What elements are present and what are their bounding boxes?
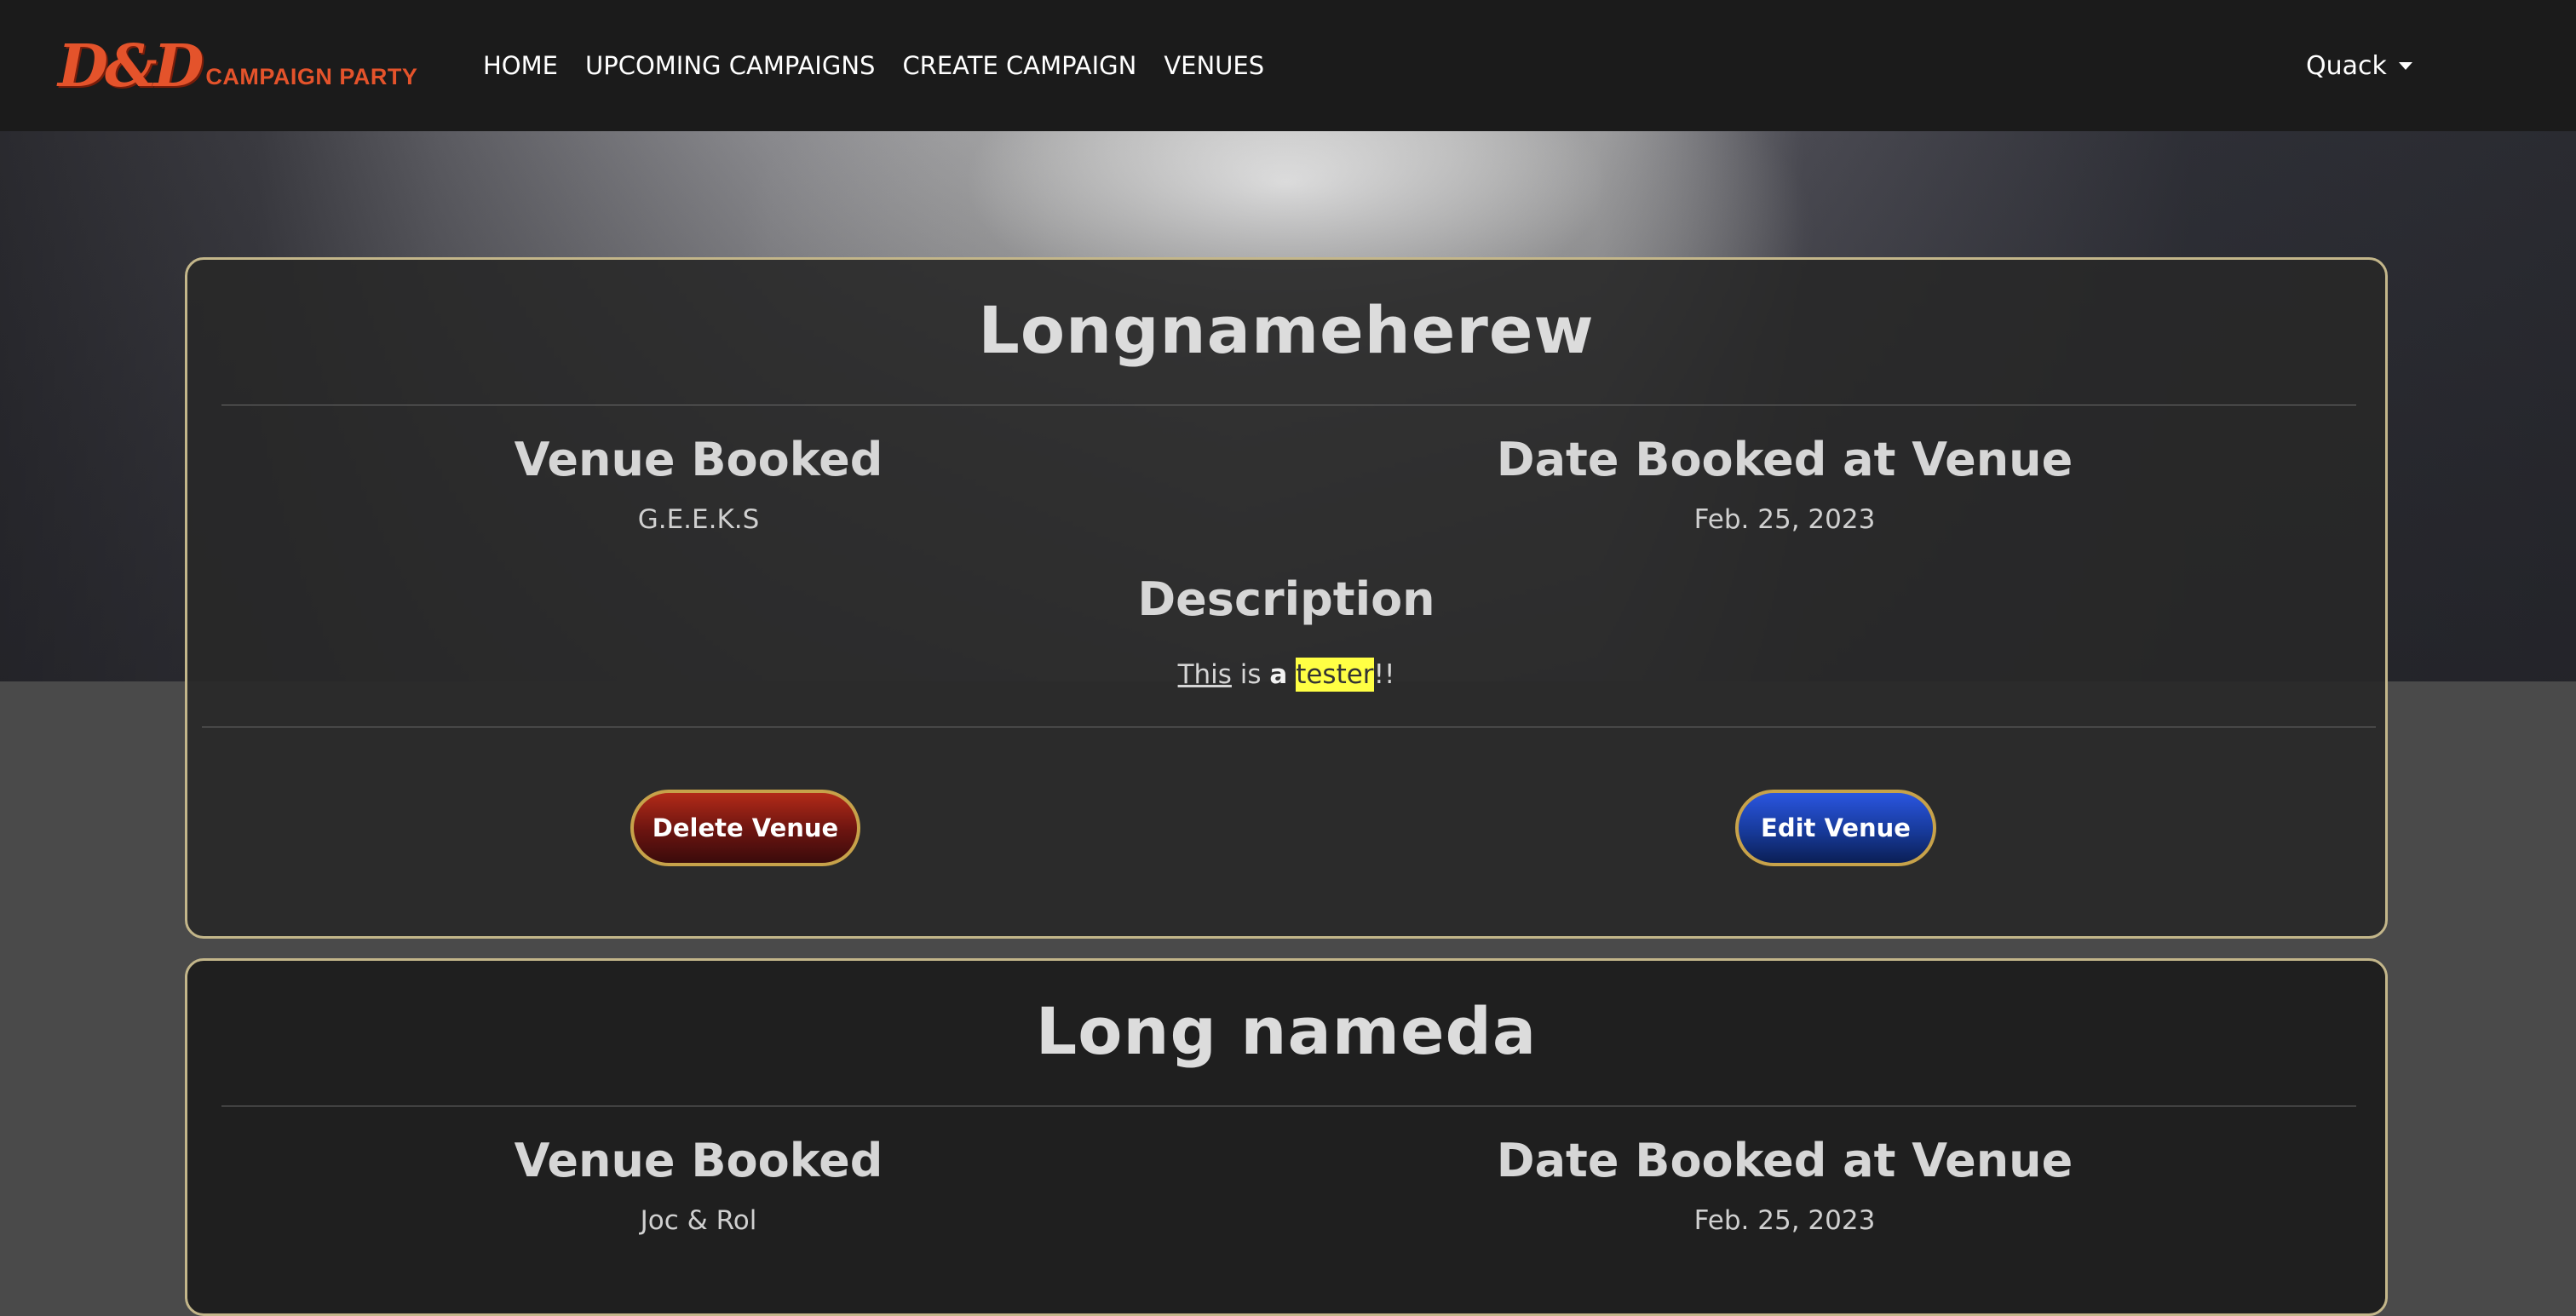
description-heading: Description (1137, 572, 1435, 626)
edit-venue-button[interactable]: Edit Venue (1735, 790, 1936, 866)
nav-create-campaign[interactable]: CREATE CAMPAIGN (902, 51, 1136, 80)
top-navbar: D&D CAMPAIGN PARTY HOME UPCOMING CAMPAIG… (0, 0, 2576, 131)
delete-venue-button[interactable]: Delete Venue (630, 790, 860, 866)
dnd-logo-mark[interactable]: D&D (58, 34, 204, 99)
date-booked-value: Feb. 25, 2023 (1693, 1205, 1876, 1236)
venue-card: Longnameherew Venue Booked G.E.E.K.S Dat… (185, 257, 2388, 939)
brand-text[interactable]: CAMPAIGN PARTY (205, 64, 417, 90)
nav-upcoming-campaigns[interactable]: UPCOMING CAMPAIGNS (585, 51, 875, 80)
venue-title: Longnameherew (978, 292, 1595, 368)
description-text: This is a tester!! (187, 658, 2385, 692)
nav-home[interactable]: HOME (483, 51, 558, 80)
venue-booked-heading: Venue Booked (514, 433, 883, 486)
date-booked-value: Feb. 25, 2023 (1693, 504, 1876, 535)
description-highlight: tester (1296, 658, 1374, 692)
description-word: This (1177, 659, 1232, 690)
description-word: a (1269, 659, 1288, 690)
date-booked-heading: Date Booked at Venue (1496, 433, 2073, 486)
user-name[interactable]: Quack (2306, 51, 2387, 81)
description-word: !! (1373, 659, 1395, 690)
venue-booked-value: Joc & Rol (640, 1205, 757, 1236)
venue-booked-value: G.E.E.K.S (637, 504, 760, 535)
venue-booked-heading: Venue Booked (514, 1134, 883, 1187)
nav-venues[interactable]: VENUES (1164, 51, 1264, 80)
nav-links: HOME UPCOMING CAMPAIGNS CREATE CAMPAIGN … (483, 0, 1291, 131)
venue-card: Long nameda Venue Booked Joc & Rol Date … (185, 958, 2388, 1316)
date-booked-section: Date Booked at Venue Feb. 25, 2023 (1274, 1134, 2296, 1238)
user-menu-dropdown[interactable]: Quack (2306, 0, 2412, 131)
edit-venue-label[interactable]: Edit Venue (1761, 813, 1911, 842)
brand-logo[interactable]: D&D CAMPAIGN PARTY (58, 34, 417, 99)
venue-booked-section: Venue Booked Joc & Rol (187, 1134, 1210, 1238)
venue-title: Long nameda (1035, 993, 1538, 1069)
date-booked-heading: Date Booked at Venue (1496, 1134, 2073, 1187)
description-word: is (1239, 659, 1262, 690)
delete-venue-label[interactable]: Delete Venue (653, 813, 838, 842)
caret-down-icon[interactable] (2398, 61, 2412, 70)
date-booked-section: Date Booked at Venue Feb. 25, 2023 (1274, 433, 2296, 537)
venue-booked-section: Venue Booked G.E.E.K.S (187, 433, 1210, 537)
